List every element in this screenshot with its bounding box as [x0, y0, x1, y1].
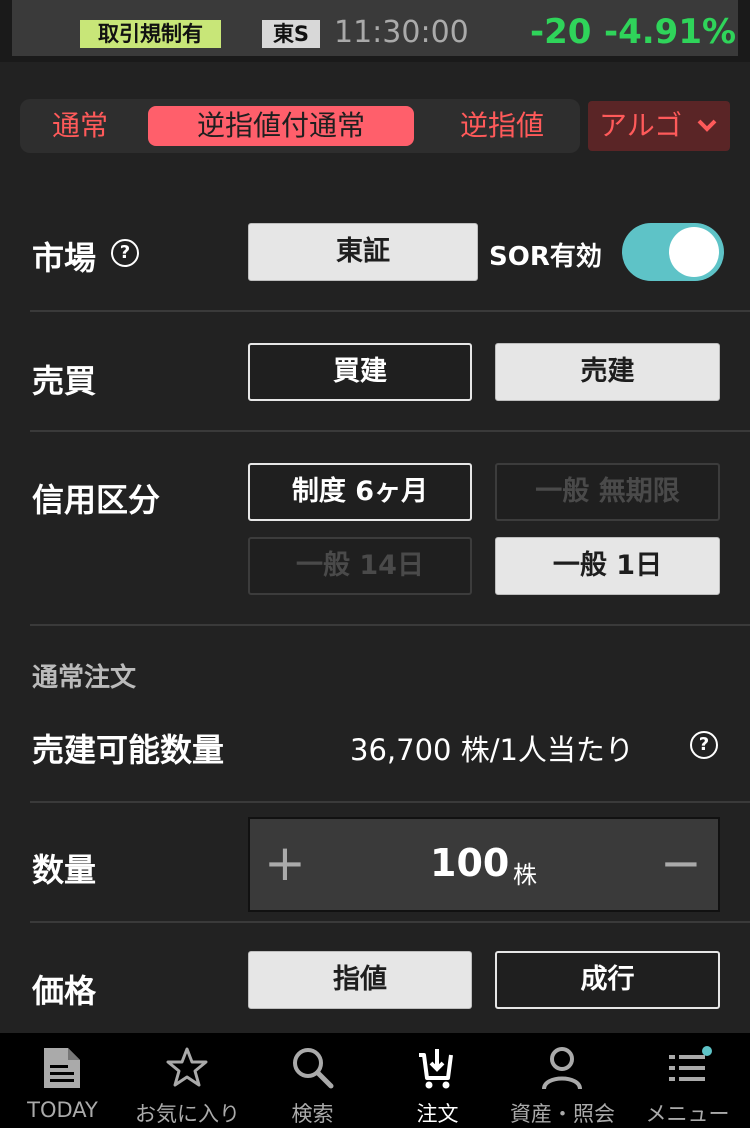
nav-label: 注文 — [416, 1102, 459, 1126]
nav-search[interactable]: 検索 — [250, 1033, 375, 1128]
credit-system-6m-button[interactable]: 制度 6ヶ月 — [248, 463, 472, 521]
help-icon[interactable]: ? — [111, 239, 139, 267]
divider — [30, 310, 750, 312]
price-change: -20 — [530, 12, 592, 52]
credit-general-unlimited-button: 一般 無期限 — [495, 463, 720, 521]
document-icon — [44, 1048, 80, 1088]
algo-label: アルゴ — [599, 109, 683, 142]
cart-icon — [419, 1049, 453, 1089]
stock-ticker-bar: 取引規制有 東S 11:30:00 -20 -4.91% — [12, 0, 738, 56]
market-select-button[interactable]: 東証 — [248, 223, 478, 281]
quantity-stepper: + 100 株 − — [248, 817, 720, 912]
quantity-label: 数量 — [32, 851, 97, 889]
available-qty-value: 36,700 株/1人当たり — [350, 733, 634, 767]
divider — [30, 801, 750, 803]
order-type-tabs: 通常 逆指値付通常 逆指値 — [20, 99, 580, 153]
menu-icon — [669, 1046, 712, 1081]
search-icon — [293, 1048, 334, 1089]
divider — [30, 624, 750, 626]
market-label: 市場 — [32, 239, 97, 277]
nav-label: 資産・照会 — [510, 1102, 615, 1126]
quote-time: 11:30:00 — [334, 15, 469, 50]
credit-general-1d-button[interactable]: 一般 1日 — [495, 537, 720, 595]
sell-open-button[interactable]: 売建 — [495, 343, 720, 401]
tab-stop-with-normal[interactable]: 逆指値付通常 — [148, 106, 414, 146]
toggle-knob — [669, 227, 719, 277]
available-qty-label: 売建可能数量 — [32, 731, 225, 769]
sor-label: SOR有効 — [489, 242, 602, 272]
plus-icon[interactable]: + — [264, 833, 306, 893]
nav-menu[interactable]: メニュー — [625, 1033, 750, 1128]
help-icon[interactable]: ? — [690, 731, 718, 759]
nav-label: TODAY — [27, 1098, 98, 1122]
price-label: 価格 — [32, 972, 97, 1010]
nav-today[interactable]: TODAY — [0, 1033, 125, 1128]
nav-label: メニュー — [645, 1102, 730, 1126]
credit-general-14d-button: 一般 14日 — [248, 537, 472, 595]
credit-type-label: 信用区分 — [32, 481, 161, 519]
tab-normal[interactable]: 通常 — [20, 99, 140, 153]
divider — [30, 430, 750, 432]
market-order-button[interactable]: 成行 — [495, 951, 720, 1009]
regulation-badge: 取引規制有 — [80, 20, 221, 48]
minus-icon[interactable]: − — [660, 833, 702, 893]
nav-order[interactable]: 注文 — [375, 1033, 500, 1128]
section-title: 通常注文 — [32, 663, 137, 693]
price-change-percent: -4.91% — [604, 12, 737, 52]
chevron-down-icon — [697, 119, 717, 132]
status-header: 取引規制有 東S 11:30:00 -20 -4.91% — [0, 0, 750, 62]
algo-dropdown[interactable]: アルゴ — [588, 101, 730, 151]
star-icon — [166, 1047, 208, 1087]
divider — [30, 921, 750, 923]
quantity-unit: 株 — [513, 861, 537, 889]
user-icon — [542, 1047, 582, 1090]
nav-label: お気に入り — [135, 1102, 240, 1126]
quantity-value[interactable]: 100 — [430, 841, 509, 885]
nav-favorites[interactable]: お気に入り — [125, 1033, 250, 1128]
nav-assets[interactable]: 資産・照会 — [500, 1033, 625, 1128]
buy-open-button[interactable]: 買建 — [248, 343, 472, 401]
nav-label: 検索 — [291, 1102, 334, 1126]
limit-order-button[interactable]: 指値 — [248, 951, 472, 1009]
tab-stop[interactable]: 逆指値 — [440, 99, 564, 153]
market-badge: 東S — [262, 20, 320, 48]
bottom-nav: TODAY お気に入り 検索 注文 資産・照会 メニュー — [0, 1033, 750, 1128]
trade-label: 売買 — [32, 362, 97, 400]
sor-toggle[interactable] — [622, 223, 724, 281]
